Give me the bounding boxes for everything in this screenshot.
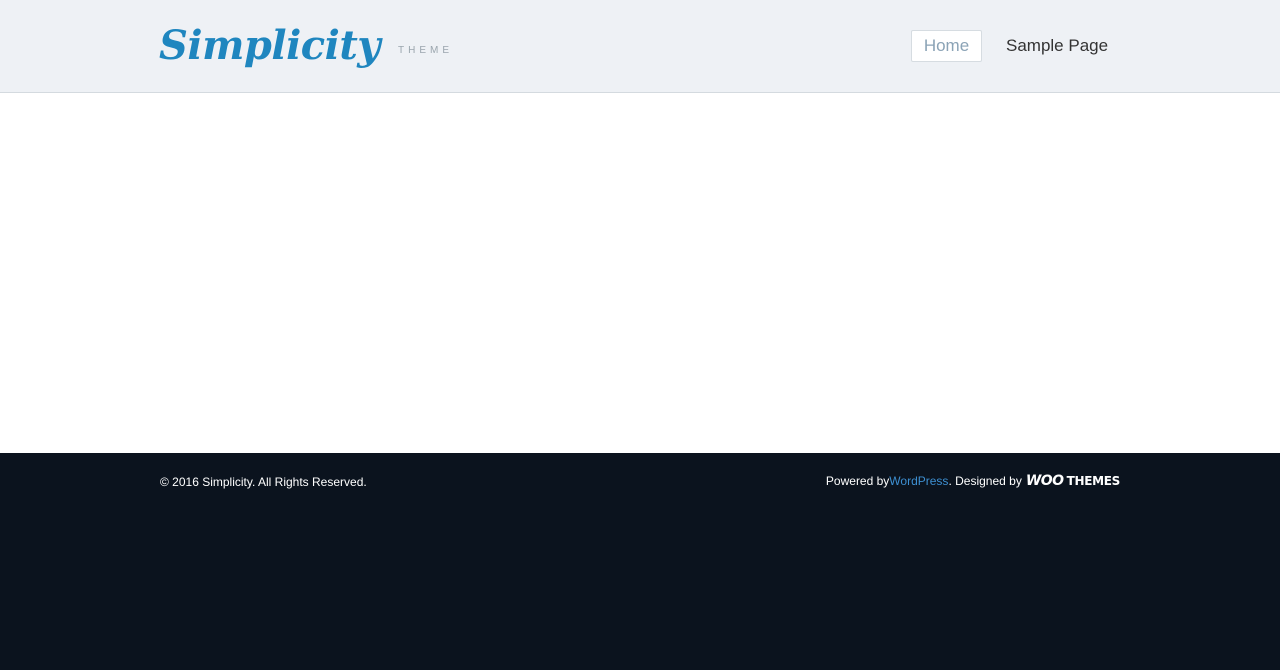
main-content xyxy=(0,93,1280,453)
wordpress-link[interactable]: WordPress xyxy=(889,474,948,488)
footer-credits: Powered by WordPress . Designed by WOO T… xyxy=(826,473,1120,489)
site-footer: © 2016 Simplicity. All Rights Reserved. … xyxy=(0,453,1280,670)
copyright-text: © 2016 Simplicity. All Rights Reserved. xyxy=(160,475,367,489)
nav-item-sample-page[interactable]: Sample Page xyxy=(995,31,1119,61)
site-logo[interactable]: Simplicity THEME xyxy=(159,22,453,70)
main-navigation: Home Sample Page xyxy=(911,30,1119,62)
woo-logo-mark: WOO xyxy=(1025,473,1064,489)
powered-by-label: Powered by xyxy=(825,474,890,488)
site-header: Simplicity THEME Home Sample Page xyxy=(0,0,1280,93)
nav-item-home[interactable]: Home xyxy=(911,30,982,62)
designed-by-label: . Designed by xyxy=(948,474,1022,488)
themes-logo-text: THEMES xyxy=(1066,474,1121,488)
logo-text[interactable]: Simplicity xyxy=(159,22,381,70)
logo-tagline: THEME xyxy=(398,45,454,56)
woothemes-logo[interactable]: WOO THEMES xyxy=(1026,473,1120,489)
